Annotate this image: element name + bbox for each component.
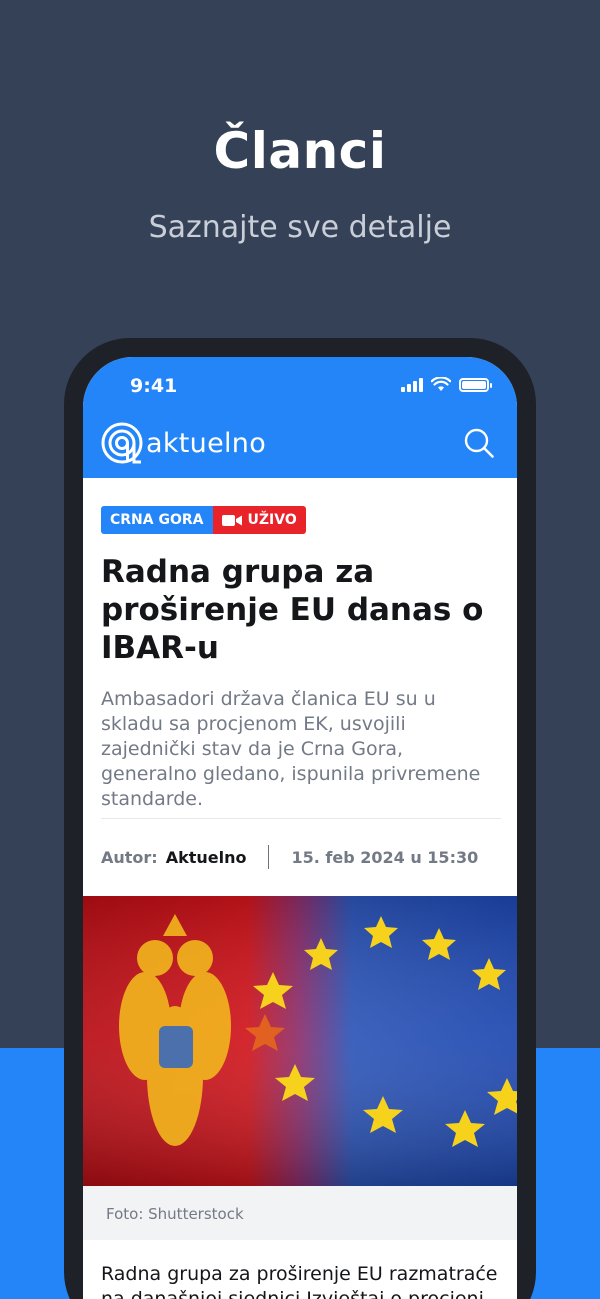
status-time: 9:41 [130, 375, 178, 397]
live-tag[interactable]: UŽIVO [212, 506, 306, 534]
promo-title: Članci [213, 122, 387, 180]
promo-subtitle: Saznajte sve detalje [148, 210, 452, 245]
article-lead: Ambasadori država članica EU su u skladu… [101, 688, 481, 810]
search-icon[interactable] [463, 427, 495, 459]
author-label: Autor: [101, 847, 158, 867]
phone-screen: 9:41 aktuelno CRNA GORA UŽIVO Radna grup… [83, 357, 517, 1299]
app-header: 9:41 aktuelno [83, 357, 517, 478]
status-icons [401, 377, 492, 392]
video-camera-icon [221, 514, 242, 526]
article-body: Radna grupa za proširenje EU razmatraće … [101, 1263, 498, 1299]
signal-icon [401, 377, 423, 392]
battery-icon [459, 377, 492, 392]
article-image[interactable] [83, 896, 517, 1186]
divider [101, 818, 501, 819]
image-caption: Foto: Shutterstock [106, 1205, 244, 1223]
article-meta: Autor: Aktuelno 15. feb 2024 u 15:30 [101, 845, 478, 869]
publish-date: 15. feb 2024 u 15:30 [291, 847, 479, 867]
meta-separator [268, 845, 270, 869]
author-name[interactable]: Aktuelno [166, 848, 247, 867]
live-tag-label: UŽIVO [247, 512, 297, 528]
app-logo[interactable]: aktuelno [100, 421, 266, 465]
montenegro-eu-flags-image [83, 896, 517, 1186]
wifi-icon [431, 377, 451, 391]
logo-mark-icon [101, 422, 143, 464]
logo-text: aktuelno [146, 427, 267, 459]
article-tags: CRNA GORA UŽIVO [101, 506, 306, 534]
category-tag[interactable]: CRNA GORA [101, 506, 213, 534]
article-headline: Radna grupa za proširenje EU danas o IBA… [101, 554, 484, 666]
category-tag-label: CRNA GORA [110, 512, 204, 528]
